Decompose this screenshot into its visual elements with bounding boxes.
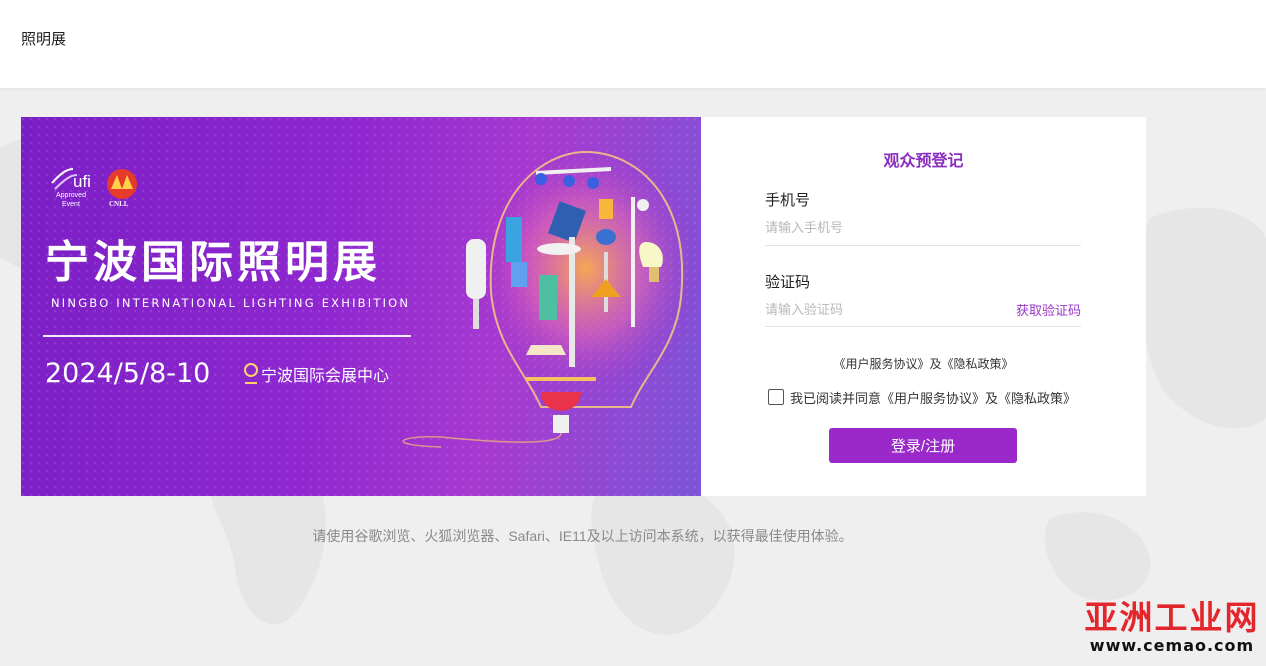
banner-title-en: NINGBO INTERNATIONAL LIGHTING EXHIBITION	[51, 296, 410, 310]
ufi-logo-text: ufi	[73, 172, 91, 191]
banner-title-cn: 宁波国际照明展	[45, 237, 381, 288]
form-title: 观众预登记	[883, 153, 964, 170]
banner-venue: 宁波国际会展中心	[261, 366, 389, 385]
site-title[interactable]: 照明展	[21, 28, 66, 49]
code-underline	[765, 326, 1081, 327]
cnll-logo-text: CNLL	[109, 200, 129, 208]
banner-artwork: ufi Approved Event CNLL 宁波国际照明展 NINGBO I…	[21, 117, 701, 496]
banner-date: 2024/5/8-10	[45, 358, 210, 389]
code-label: 验证码	[765, 274, 811, 291]
agree-checkbox[interactable]	[768, 389, 784, 405]
ufi-logo-sub1: Approved	[56, 192, 86, 199]
phone-input[interactable]	[765, 214, 1081, 240]
login-register-button[interactable]: 登录/注册	[829, 428, 1017, 463]
top-bar: 照明展	[0, 0, 1266, 88]
phone-label: 手机号	[765, 192, 811, 209]
registration-panel: 观众预登记 手机号 验证码 获取验证码 《用户服务协议》及《隐私政策》 我已阅读…	[701, 117, 1146, 496]
agree-row[interactable]: 我已阅读并同意《用户服务协议》及《隐私政策》	[768, 388, 1076, 406]
browser-note: 请使用谷歌浏览、火狐浏览器、Safari、IE11及以上访问本系统，以获得最佳使…	[312, 528, 853, 544]
watermark-name: 亚洲工业网	[1084, 598, 1260, 637]
watermark-logo: 亚洲工业网 www.cemao.com	[1082, 600, 1262, 664]
ufi-logo-sub2: Event	[62, 201, 80, 208]
banner-divider	[43, 335, 411, 337]
exhibition-banner: ufi Approved Event CNLL 宁波国际照明展 NINGBO I…	[21, 117, 701, 496]
agreement-links[interactable]: 《用户服务协议》及《隐私政策》	[701, 355, 1146, 372]
code-input[interactable]	[765, 296, 985, 322]
phone-underline	[765, 245, 1081, 246]
get-code-button[interactable]: 获取验证码	[1016, 300, 1081, 319]
watermark-url: www.cemao.com	[1089, 636, 1255, 655]
agree-text[interactable]: 我已阅读并同意《用户服务协议》及《隐私政策》	[790, 388, 1076, 407]
